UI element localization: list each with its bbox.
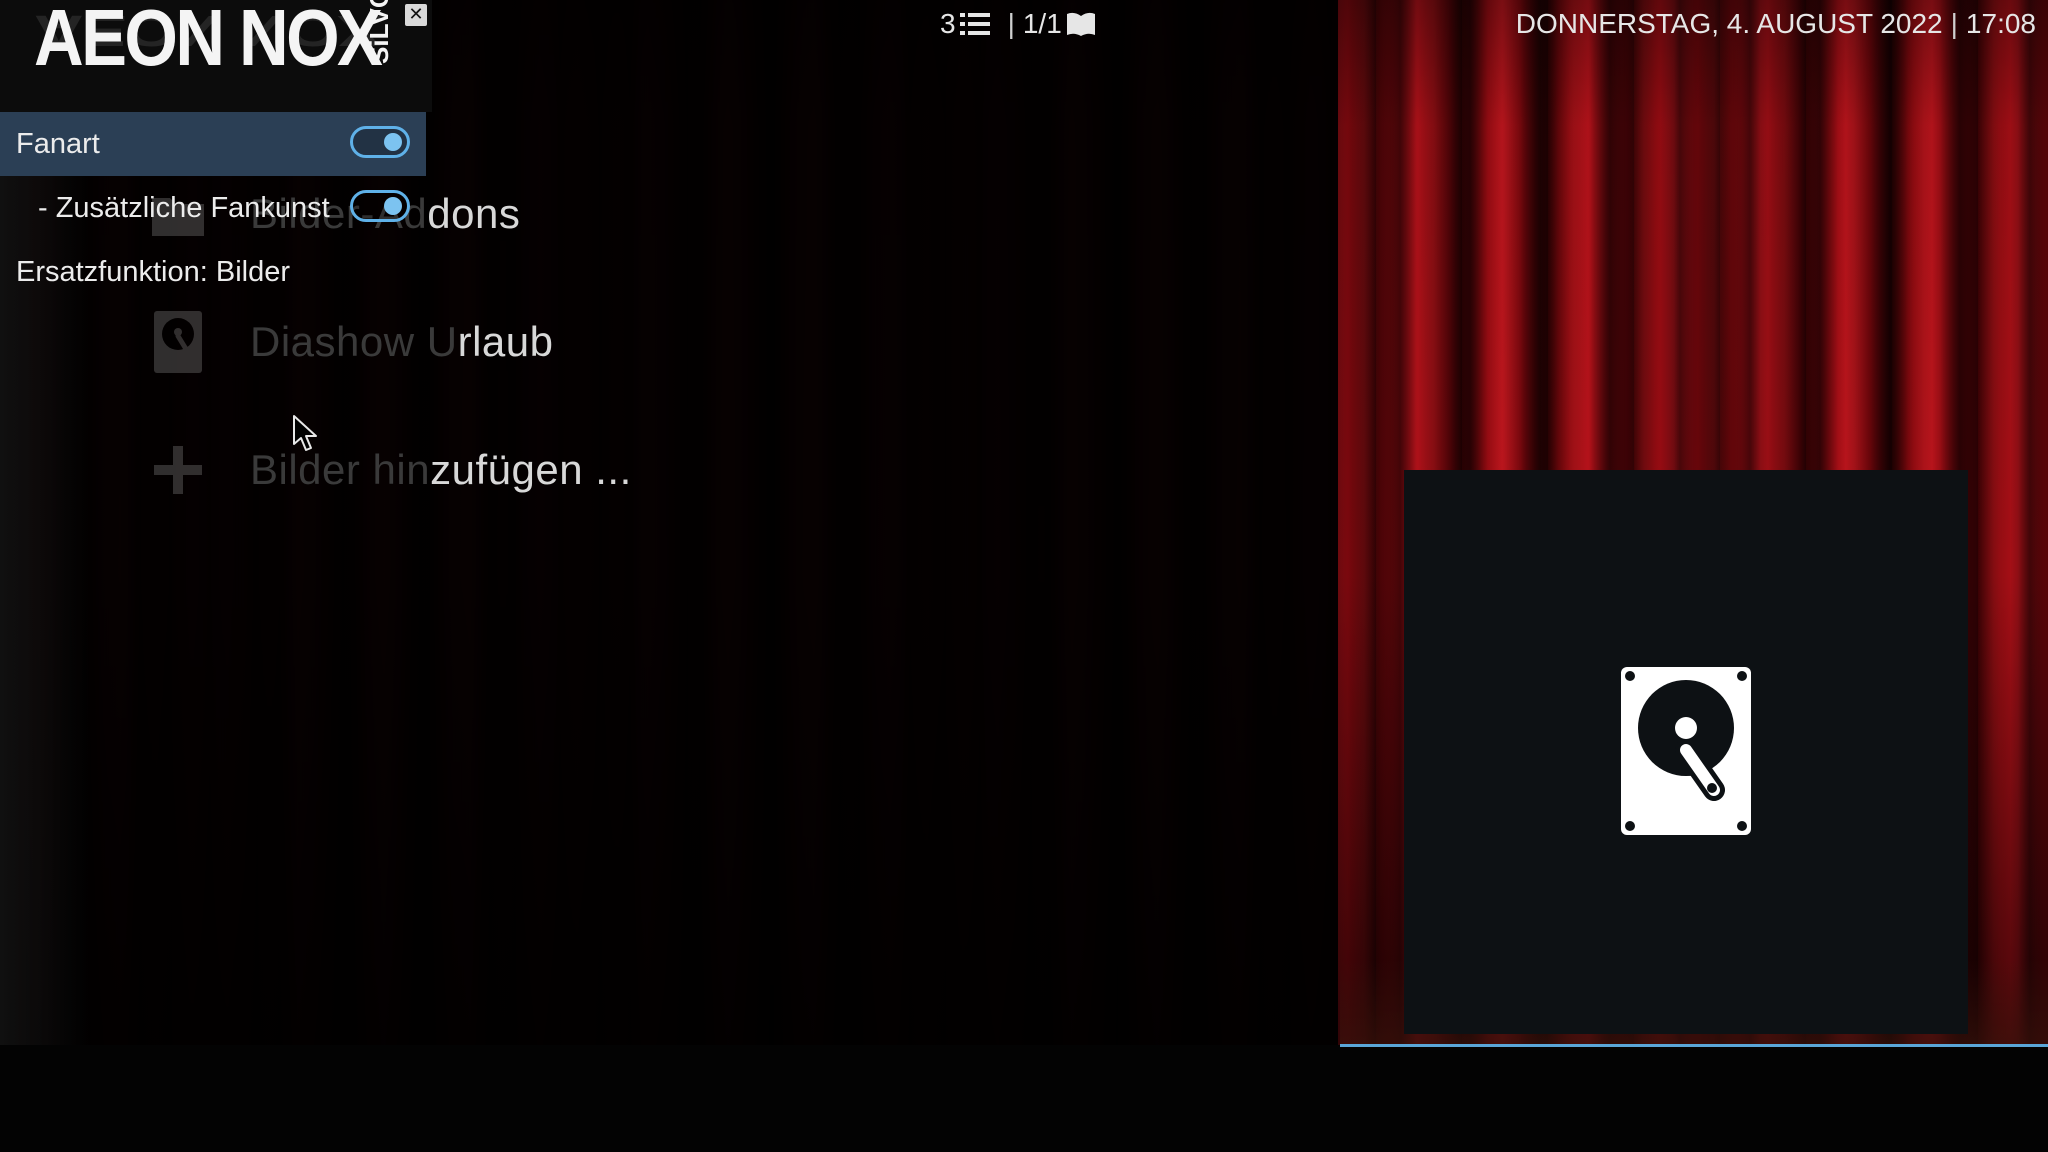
setting-label: Fanart bbox=[16, 127, 100, 160]
close-button[interactable]: ✕ bbox=[405, 4, 427, 26]
plus-icon bbox=[150, 442, 206, 498]
bottom-bar bbox=[0, 1045, 2048, 1152]
list-item-label: Diashow Urlaub bbox=[250, 318, 553, 366]
list-item-label-hidden: Diashow U bbox=[250, 318, 458, 365]
setting-label: Ersatzfunktion: Bilder bbox=[16, 255, 291, 288]
setting-extra-fanart[interactable]: - Zusätzliche Fankunst bbox=[0, 176, 432, 240]
list-item[interactable]: Bilder hinzufügen ... bbox=[140, 406, 1040, 534]
aeon-nox-logo: AEON NOX AEON NOX SiLVO bbox=[34, 0, 394, 108]
item-count: 3 bbox=[940, 8, 956, 39]
list-icon bbox=[959, 13, 990, 35]
preview-panel bbox=[1404, 470, 1968, 1034]
list-item-label-hidden: Bilder hin bbox=[250, 446, 431, 493]
view-options-panel: Fanart - Zusätzliche Fankunst Ersatzfunk… bbox=[0, 112, 432, 304]
focus-accent-line bbox=[1340, 1044, 2048, 1047]
toggle-knob bbox=[384, 197, 402, 215]
book-icon bbox=[1066, 12, 1095, 36]
list-item-label-visible: rlaub bbox=[457, 318, 554, 365]
toggle-knob bbox=[384, 133, 402, 151]
logo-subtitle: SiLVO bbox=[364, 0, 394, 64]
hard-drive-icon bbox=[150, 311, 206, 373]
list-item-label-visible: dons bbox=[427, 190, 521, 237]
mouse-cursor bbox=[293, 415, 317, 451]
hard-drive-icon bbox=[1621, 667, 1751, 835]
separator: | bbox=[1950, 8, 1958, 39]
separator: | bbox=[1007, 8, 1015, 39]
clock-label: 17:08 bbox=[1965, 8, 2036, 39]
setting-label: - Zusätzliche Fankunst bbox=[38, 191, 330, 224]
fanart-toggle[interactable] bbox=[350, 126, 410, 158]
date-time: DONNERSTAG, 4. AUGUST 2022 | 17:08 bbox=[1516, 4, 2036, 44]
logo-reflection: AEON NOX bbox=[34, 6, 381, 56]
setting-fallback-function[interactable]: Ersatzfunktion: Bilder bbox=[0, 240, 432, 304]
kodi-screen: Bilder-Addons Diashow Urlaub Bilder hinz… bbox=[0, 0, 2048, 1152]
setting-fanart[interactable]: Fanart bbox=[0, 112, 426, 176]
date-label: DONNERSTAG, 4. AUGUST 2022 bbox=[1515, 8, 1943, 39]
page-info: 1/1 bbox=[1022, 8, 1062, 39]
list-item-label-visible: zufügen ... bbox=[430, 446, 632, 493]
list-status: 3 | 1/1 bbox=[940, 4, 1096, 44]
extra-fanart-toggle[interactable] bbox=[350, 190, 410, 222]
